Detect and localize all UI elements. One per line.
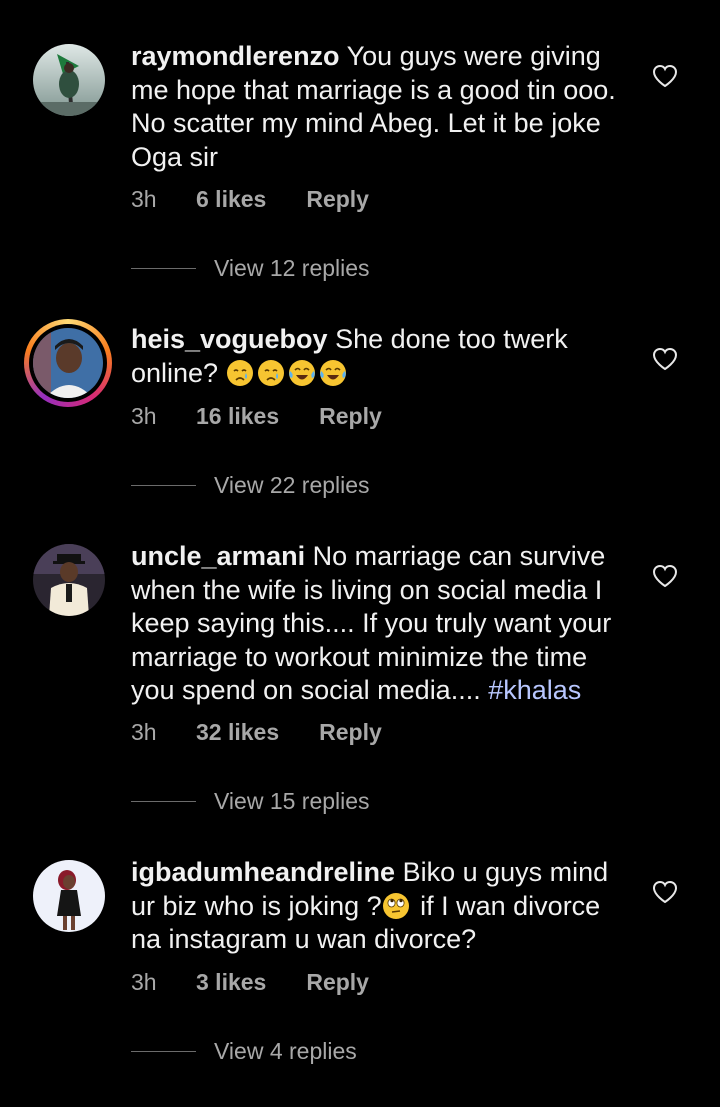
comment-meta: 3h 3 likes Reply bbox=[131, 969, 369, 996]
heart-icon[interactable] bbox=[652, 347, 678, 371]
avatar-ring-gap bbox=[29, 324, 107, 402]
comment-username[interactable]: igbadumheandreline bbox=[131, 857, 395, 887]
view-replies-label: View 15 replies bbox=[214, 788, 370, 814]
comment-time: 3h bbox=[131, 969, 157, 995]
reply-button[interactable]: Reply bbox=[319, 719, 382, 746]
comment-username[interactable]: heis_vogueboy bbox=[131, 324, 328, 354]
avatar-image bbox=[33, 328, 103, 398]
hashtag-link[interactable]: #khalas bbox=[488, 675, 581, 705]
avatar[interactable] bbox=[33, 44, 105, 116]
view-replies-button[interactable]: View 22 replies bbox=[131, 472, 370, 499]
comment-likes[interactable]: 3 likes bbox=[196, 969, 266, 996]
comment-time: 3h bbox=[131, 403, 157, 429]
avatar[interactable] bbox=[33, 544, 105, 616]
comment-text: raymondlerenzo You guys were giving me h… bbox=[131, 40, 631, 174]
divider-line bbox=[131, 267, 196, 270]
view-replies-button[interactable]: View 15 replies bbox=[131, 788, 370, 815]
comment-likes[interactable]: 16 likes bbox=[196, 403, 279, 430]
heart-icon[interactable] bbox=[652, 564, 678, 588]
reply-button[interactable]: Reply bbox=[306, 969, 369, 996]
comment-time: 3h bbox=[131, 186, 157, 212]
view-replies-button[interactable]: View 12 replies bbox=[131, 255, 370, 282]
comment-meta: 3h 32 likes Reply bbox=[131, 719, 382, 746]
divider-line bbox=[131, 800, 196, 803]
reply-button[interactable]: Reply bbox=[306, 186, 369, 213]
comment-meta: 3h 16 likes Reply bbox=[131, 403, 382, 430]
comment-text: heis_vogueboy She done too twerk online? bbox=[131, 323, 631, 390]
reply-button[interactable]: Reply bbox=[319, 403, 382, 430]
comment-username[interactable]: uncle_armani bbox=[131, 541, 305, 571]
comment-username[interactable]: raymondlerenzo bbox=[131, 41, 340, 71]
view-replies-label: View 4 replies bbox=[214, 1038, 357, 1064]
crying-face-icon bbox=[226, 359, 253, 386]
comment-meta: 3h 6 likes Reply bbox=[131, 186, 369, 213]
eye-roll-icon bbox=[382, 892, 409, 919]
comment-likes[interactable]: 32 likes bbox=[196, 719, 279, 746]
avatar[interactable] bbox=[24, 319, 112, 407]
heart-icon[interactable] bbox=[652, 880, 678, 904]
heart-icon[interactable] bbox=[652, 64, 678, 88]
comment-text: igbadumheandreline Biko u guys mind ur b… bbox=[131, 856, 631, 957]
comment-likes[interactable]: 6 likes bbox=[196, 186, 266, 213]
view-replies-label: View 12 replies bbox=[214, 255, 370, 281]
comment-text: uncle_armani No marriage can survive whe… bbox=[131, 540, 631, 708]
divider-line bbox=[131, 484, 196, 487]
view-replies-button[interactable]: View 4 replies bbox=[131, 1038, 357, 1065]
avatar[interactable] bbox=[33, 860, 105, 932]
tears-of-joy-icon bbox=[319, 359, 346, 386]
crying-face-icon bbox=[257, 359, 284, 386]
tears-of-joy-icon bbox=[288, 359, 315, 386]
view-replies-label: View 22 replies bbox=[214, 472, 370, 498]
divider-line bbox=[131, 1050, 196, 1053]
comment-time: 3h bbox=[131, 719, 157, 745]
